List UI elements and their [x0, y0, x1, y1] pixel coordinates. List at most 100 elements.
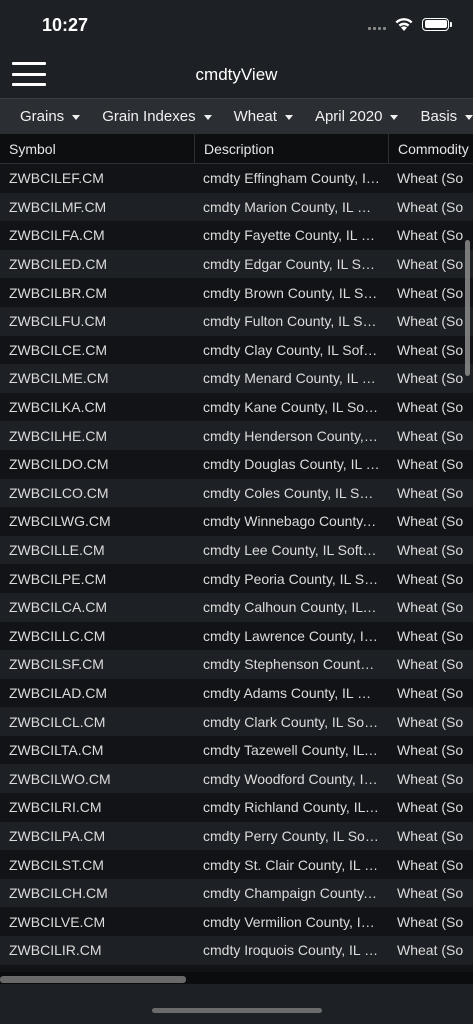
cell-description: cmdty Clark County, IL Soft Red Winter W…: [203, 713, 388, 730]
table-row[interactable]: ZWBCILCL.CM cmdty Clark County, IL Soft R…: [0, 707, 473, 736]
cell-description: cmdty Fulton County, IL Soft Red Winter …: [203, 313, 388, 330]
table-row[interactable]: ZWBCILTA.CM cmdty Tazewell County, IL Sof…: [0, 735, 473, 765]
table-row[interactable]: ZWBCILFA.CM cmdty Fayette County, IL Soft…: [0, 221, 473, 250]
table-row[interactable]: ZWBCILFU.CM cmdty Fulton County, IL Soft …: [0, 306, 473, 336]
horizontal-scrollbar[interactable]: [0, 976, 186, 983]
cell-commodity: Wheat (So: [397, 513, 464, 530]
cell-symbol: ZWBCILIR.CM: [9, 942, 102, 959]
caret-down-icon: [203, 115, 212, 120]
cell-description: cmdty Effingham County, IL Soft Red Wint…: [203, 170, 388, 187]
status-bar: 10:27: [0, 0, 473, 50]
table-row[interactable]: ZWBCILHE.CM cmdty Henderson County, IL So…: [0, 421, 473, 450]
battery-icon: [422, 17, 452, 31]
filter-basis-dropdown[interactable]: Basis: [401, 108, 473, 125]
filter-grains-dropdown[interactable]: Grains: [0, 108, 83, 125]
table-row[interactable]: ZWBCILLE.CM cmdty Lee County, IL Soft Red…: [0, 535, 473, 565]
table-row[interactable]: ZWBCILST.CM cmdty St. Clair County, IL So…: [0, 850, 473, 879]
table-row[interactable]: ZWBCILPA.CM cmdty Perry County, IL Soft R…: [0, 821, 473, 851]
cell-symbol: ZWBCILHE.CM: [9, 427, 107, 444]
cell-commodity: Wheat (So: [397, 770, 464, 787]
cell-description: cmdty Woodford County, IL Soft Red Winte…: [203, 770, 388, 787]
caret-down-icon: [284, 115, 293, 120]
cell-description: cmdty Clay County, IL Soft Red Winter Wh…: [203, 341, 388, 358]
table-row[interactable]: ZWBCILSF.CM cmdty Stephenson County, IL S…: [0, 650, 473, 679]
filter-label: April 2020: [314, 108, 383, 125]
bottom-safe-area: [0, 984, 473, 1024]
table-row[interactable]: ZWBCILEF.CM cmdty Effingham County, IL So…: [0, 164, 473, 193]
cell-symbol: ZWBCILCA.CM: [9, 599, 107, 616]
cell-commodity: Wheat (So: [397, 484, 464, 501]
caret-down-icon: [390, 115, 399, 120]
home-indicator[interactable]: [152, 1008, 322, 1013]
table-row[interactable]: ZWBCILVE.CM cmdty Vermilion County, IL So…: [0, 907, 473, 937]
table-row[interactable]: ZWBCILPI.CMcmdty Piatt County, IL Soft R…: [0, 964, 473, 972]
cell-commodity: Wheat (So: [397, 427, 464, 444]
cell-symbol: ZWBCILCO.CM: [9, 484, 109, 501]
cell-symbol: ZWBCILCH.CM: [9, 885, 108, 902]
cell-commodity: Wheat (So: [397, 713, 464, 730]
status-icons: [368, 16, 452, 32]
cell-description: cmdty Kane County, IL Soft Red Winter Wh…: [203, 399, 388, 416]
filter-label: Basis: [420, 108, 458, 125]
cell-description: cmdty Lawrence County, IL Soft Red Winte…: [203, 627, 388, 644]
cell-description: cmdty Vermilion County, IL Soft Red Wint…: [203, 913, 388, 930]
table-row[interactable]: ZWBCILCE.CM cmdty Clay County, IL Soft Re…: [0, 335, 473, 365]
cell-symbol: ZWBCILRI.CM: [9, 799, 102, 816]
cell-symbol: ZWBCILTA.CM: [9, 742, 104, 759]
table-row[interactable]: ZWBCILLC.CM cmdty Lawrence County, IL Sof…: [0, 621, 473, 651]
cell-symbol: ZWBCILLC.CM: [9, 627, 106, 644]
table-row[interactable]: ZWBCILBR.CM cmdty Brown County, IL Soft R…: [0, 278, 473, 307]
symbols-table[interactable]: Symbol Description Commodity ZWBCILEF.CM…: [0, 134, 473, 972]
cell-symbol: ZWBCILFA.CM: [9, 227, 105, 244]
cell-symbol: ZWBCILEF.CM: [9, 170, 104, 187]
cell-description: cmdty Peoria County, IL Soft Red Winter …: [203, 570, 388, 587]
table-row[interactable]: ZWBCILAD.CM cmdty Adams County, IL Soft R…: [0, 678, 473, 708]
filter-grain-indexes-dropdown[interactable]: Grain Indexes: [83, 108, 214, 125]
table-row[interactable]: ZWBCILIR.CM cmdty Iroquois County, IL Sof…: [0, 936, 473, 965]
cell-commodity: Wheat (So: [397, 341, 464, 358]
filter-month-dropdown[interactable]: April 2020: [296, 108, 402, 125]
table-row[interactable]: ZWBCILKA.CM cmdty Kane County, IL Soft Re…: [0, 392, 473, 422]
cell-commodity: Wheat (So: [397, 456, 464, 473]
cell-symbol: ZWBCILMF.CM: [9, 198, 107, 215]
cell-symbol: ZWBCILBR.CM: [9, 284, 107, 301]
table-row[interactable]: ZWBCILCA.CM cmdty Calhoun County, IL Soft…: [0, 592, 473, 622]
table-row[interactable]: ZWBCILRI.CM cmdty Richland County, IL Sof…: [0, 793, 473, 822]
cell-commodity: Wheat (So: [397, 256, 464, 273]
column-header-commodity[interactable]: Commodity: [388, 134, 473, 163]
cell-commodity: Wheat (So: [397, 313, 464, 330]
cell-description: cmdty Henderson County, IL Soft Red Wint…: [203, 427, 388, 444]
table-row[interactable]: ZWBCILMF.CM cmdty Marion County, IL Soft …: [0, 192, 473, 222]
cell-commodity: Wheat (So: [397, 856, 464, 873]
filter-bar: Grains Grain Indexes Wheat April 2020 Ba…: [0, 98, 473, 134]
cell-commodity: Wheat (So: [397, 198, 464, 215]
cell-description: cmdty Adams County, IL Soft Red Winter W…: [203, 684, 388, 701]
column-header-description[interactable]: Description: [194, 134, 388, 163]
caret-down-icon: [72, 115, 81, 120]
cell-commodity: Wheat (So: [397, 885, 464, 902]
caret-down-icon: [465, 115, 473, 120]
cell-commodity: Wheat (So: [397, 827, 464, 844]
table-row[interactable]: ZWBCILWO.CM cmdty Woodford County, IL Sof…: [0, 764, 473, 794]
cell-symbol: ZWBCILDO.CM: [9, 456, 109, 473]
table-row[interactable]: ZWBCILED.CM cmdty Edgar County, IL Soft R…: [0, 249, 473, 279]
cell-description: cmdty Iroquois County, IL Soft Red Winte…: [203, 942, 388, 959]
cell-symbol: ZWBCILAD.CM: [9, 684, 107, 701]
cell-description: cmdty Piatt County, IL Soft Red Winter W…: [194, 971, 388, 972]
cell-description: cmdty Edgar County, IL Soft Red Winter W…: [203, 256, 388, 273]
table-row[interactable]: ZWBCILDO.CM cmdty Douglas County, IL Soft…: [0, 449, 473, 479]
cell-commodity: Wheat (So: [397, 742, 464, 759]
cell-symbol: ZWBCILPI.CM: [0, 971, 194, 972]
table-row[interactable]: ZWBCILME.CM cmdty Menard County, IL Soft …: [0, 364, 473, 393]
cell-description: cmdty St. Clair County, IL Soft Red Wint…: [203, 856, 388, 873]
table-row[interactable]: ZWBCILWG.CM cmdty Winnebago County, IL So…: [0, 507, 473, 536]
cell-commodity: Wheat (So: [397, 570, 464, 587]
filter-label: Grains: [20, 108, 65, 125]
table-row[interactable]: ZWBCILCO.CM cmdty Coles County, IL Soft R…: [0, 478, 473, 508]
table-row[interactable]: ZWBCILPE.CM cmdty Peoria County, IL Soft …: [0, 564, 473, 593]
cell-description: cmdty Perry County, IL Soft Red Winter W…: [203, 827, 388, 844]
table-row[interactable]: ZWBCILCH.CM cmdty Champaign County, IL So…: [0, 878, 473, 908]
vertical-scrollbar[interactable]: [465, 240, 470, 376]
column-header-symbol[interactable]: Symbol: [0, 134, 194, 163]
filter-wheat-dropdown[interactable]: Wheat: [215, 108, 296, 125]
